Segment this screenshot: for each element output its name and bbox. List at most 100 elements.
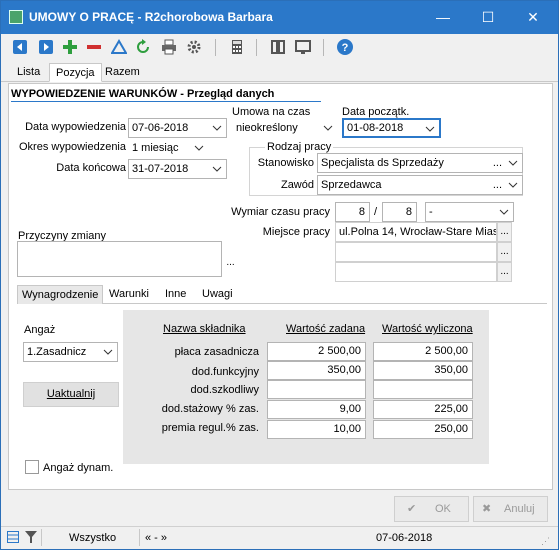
miejsce-line-3[interactable]	[335, 262, 497, 282]
wymiar-b-field[interactable]: 8	[382, 202, 417, 222]
status-separator	[41, 529, 42, 546]
okres-label: Okres wypowiedzenia	[19, 141, 126, 153]
data-wypowiedzenia-field[interactable]: 07-06-2018	[128, 118, 227, 138]
row-wyliczona: 350,00	[373, 361, 473, 380]
funnel-icon[interactable]	[25, 531, 37, 546]
row-wyliczona: 250,00	[373, 420, 473, 439]
tab-lista[interactable]: Lista	[11, 63, 46, 82]
tab-razem[interactable]: Razem	[99, 63, 146, 82]
zawod-dots[interactable]: ...	[493, 176, 502, 194]
data-poczatk-field[interactable]: 01-08-2018	[342, 118, 441, 138]
add-icon[interactable]	[61, 38, 79, 56]
zawod-label: Zawód	[280, 179, 314, 191]
umowa-value: nieokreślony	[236, 122, 298, 134]
data-wypowiedzenia-value: 07-06-2018	[132, 122, 189, 134]
zawod-value: Sprzedawca	[321, 179, 382, 191]
arrow-left-icon[interactable]	[11, 38, 29, 56]
stanowisko-label: Stanowisko	[257, 157, 314, 169]
status-filter: Wszystko	[69, 532, 117, 544]
refresh-icon[interactable]	[134, 38, 152, 56]
cancel-label: Anuluj	[504, 503, 535, 515]
chevron-down-icon[interactable]	[499, 207, 509, 217]
row-wyliczona: 225,00	[373, 400, 473, 419]
ok-button[interactable]: ✔ OK	[394, 496, 469, 522]
table-icon[interactable]	[7, 531, 19, 546]
angaz-select[interactable]: 1.Zasadnicz	[23, 342, 118, 362]
miejsce-3-dots-button[interactable]: ...	[497, 262, 512, 282]
chevron-down-icon[interactable]	[425, 124, 435, 134]
row-zadana[interactable]	[267, 380, 366, 399]
tab-wynagrodzenie[interactable]: Wynagrodzenie	[17, 285, 104, 305]
arrow-right-icon[interactable]	[37, 38, 55, 56]
col-zadana-header: Wartość zadana	[286, 323, 366, 335]
app-icon	[9, 10, 23, 24]
minimize-button[interactable]: —	[421, 1, 465, 34]
row-zadana[interactable]: 10,00	[267, 420, 366, 439]
miejsce-1-dots-button[interactable]: ...	[497, 222, 512, 242]
wymiar-c-field[interactable]: -	[425, 202, 514, 222]
miejsce-2-dots-button[interactable]: ...	[497, 242, 512, 262]
title-bar: UMOWY O PRACĘ - R2chorobowa Barbara — ☐ …	[1, 1, 558, 34]
angaz-dynam-checkbox[interactable]	[25, 460, 39, 474]
print-icon[interactable]	[160, 38, 178, 56]
chevron-down-icon[interactable]	[103, 347, 113, 357]
chevron-down-icon[interactable]	[508, 180, 518, 190]
row-name: premia regul.% zas.	[161, 422, 259, 434]
chevron-down-icon[interactable]	[323, 123, 333, 133]
przyczyny-field[interactable]	[17, 241, 222, 277]
chevron-down-icon[interactable]	[212, 164, 222, 174]
przyczyny-dots-button[interactable]: ...	[223, 254, 238, 274]
wymiar-a-field[interactable]: 8	[335, 202, 370, 222]
miejsce-line-1[interactable]: ul.Polna 14, Wrocław-Stare Mias	[335, 222, 497, 242]
checkmark-icon: ✔	[407, 503, 417, 515]
rodzaj-label: Rodzaj pracy	[265, 141, 334, 153]
calculator-icon[interactable]	[228, 38, 246, 56]
row-name: dod.szkodliwy	[190, 384, 259, 396]
data-poczatk-value: 01-08-2018	[347, 122, 404, 134]
row-zadana[interactable]: 350,00	[267, 361, 366, 380]
monitor-icon[interactable]	[294, 38, 312, 56]
stanowisko-field[interactable]: Specjalista ds Sprzedaży...	[317, 153, 523, 173]
columns-icon[interactable]	[269, 38, 287, 56]
filter-icon[interactable]	[110, 38, 128, 56]
data-poczatk-label: Data początk.	[342, 106, 410, 118]
row-name: dod.funkcyjny	[191, 366, 259, 378]
stanowisko-dots[interactable]: ...	[493, 154, 502, 172]
help-icon[interactable]: ?	[336, 38, 354, 56]
tab-uwagi[interactable]: Uwagi	[198, 285, 237, 305]
row-wyliczona: 2 500,00	[373, 342, 473, 361]
window-title: UMOWY O PRACĘ - R2chorobowa Barbara	[29, 10, 273, 24]
miejsce-label: Miejsce pracy	[262, 226, 330, 238]
col-wyliczona-header: Wartość wyliczona	[382, 323, 473, 335]
remove-icon[interactable]	[85, 38, 103, 56]
ok-label: OK	[435, 503, 451, 515]
tab-inne[interactable]: Inne	[161, 285, 190, 305]
tab-pozycja[interactable]: Pozycja	[49, 63, 102, 82]
angaz-label: Angaż	[24, 324, 56, 336]
wymiar-c-value: -	[429, 206, 433, 218]
angaz-dynam-label: Angaż dynam.	[43, 462, 114, 474]
close-button[interactable]: ✕	[511, 1, 555, 34]
data-koncowa-field[interactable]: 31-07-2018	[128, 159, 227, 179]
status-nav[interactable]: « - »	[145, 532, 167, 544]
umowa-field[interactable]: nieokreślony	[232, 118, 338, 138]
cancel-button[interactable]: ✖ Anuluj	[473, 496, 548, 522]
chevron-down-icon[interactable]	[194, 143, 204, 153]
row-zadana[interactable]: 9,00	[267, 400, 366, 419]
umowa-label: Umowa na czas	[232, 106, 311, 118]
okres-field[interactable]: 1 miesiąc	[128, 138, 209, 158]
title-underline	[11, 101, 321, 102]
miejsce-line-2[interactable]	[335, 242, 497, 262]
row-name: płaca zasadnicza	[174, 346, 259, 358]
settings-icon[interactable]	[185, 38, 203, 56]
okres-value: 1 miesiąc	[132, 142, 179, 154]
row-zadana[interactable]: 2 500,00	[267, 342, 366, 361]
zawod-field[interactable]: Sprzedawca...	[317, 175, 523, 195]
uaktualnij-button[interactable]: Uaktualnij	[23, 382, 119, 407]
chevron-down-icon[interactable]	[508, 158, 518, 168]
maximize-button[interactable]: ☐	[466, 1, 510, 34]
row-name: dod.stażowy % zas.	[161, 403, 259, 415]
tab-warunki[interactable]: Warunki	[105, 285, 153, 305]
resize-grip-icon[interactable]: ⋰	[541, 536, 550, 547]
chevron-down-icon[interactable]	[212, 123, 222, 133]
